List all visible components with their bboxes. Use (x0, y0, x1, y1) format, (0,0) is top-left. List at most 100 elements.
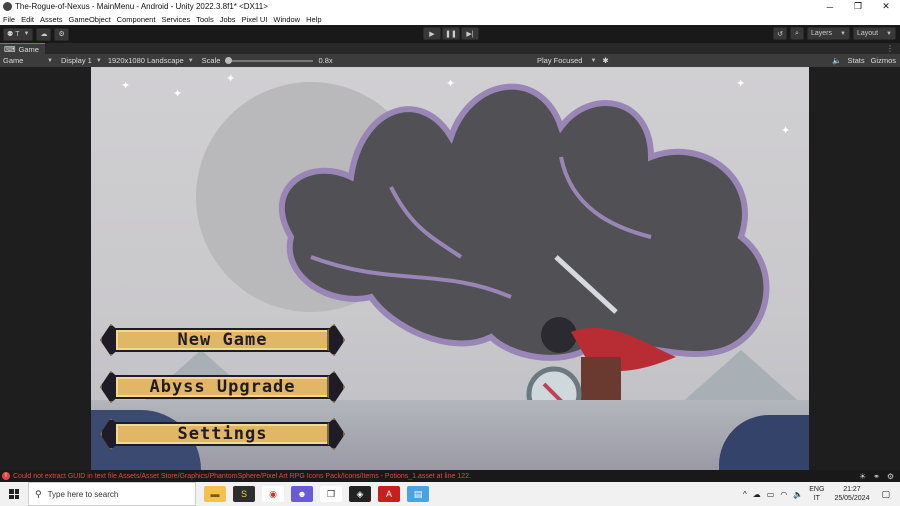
step-button[interactable]: ▶| (461, 27, 479, 40)
windows-taskbar: ⚲ Type here to search ▬ S ◉ ☻ ❒ ◈ A ▤ ^ … (0, 482, 900, 506)
bug-icon[interactable]: ✱ (602, 56, 608, 65)
menu-window[interactable]: Window (273, 15, 300, 24)
photos-icon[interactable]: ▤ (407, 486, 429, 502)
settings-icon: ⚙ (58, 31, 65, 38)
scale-slider-handle[interactable] (225, 56, 233, 64)
tab-game[interactable]: ⌨ Game (0, 43, 45, 54)
window-title: The-Rogue-of-Nexus - MainMenu - Android … (15, 2, 268, 11)
menu-pixel-ui[interactable]: Pixel UI (242, 15, 268, 24)
star-icon: ✦ (173, 88, 183, 100)
menu-edit[interactable]: Edit (21, 15, 34, 24)
chrome-icon[interactable]: ◉ (262, 486, 284, 502)
game-view-toolbar: Game ▼ Display 1 ▼ 1920x1080 Landscape ▼ Sc… (0, 54, 900, 67)
lightbulb-icon[interactable]: ☀ (859, 472, 866, 481)
layout-dropdown[interactable]: Layout ▼ (853, 27, 896, 40)
menu-file[interactable]: File (3, 15, 15, 24)
stats-toggle[interactable]: Stats (847, 56, 864, 65)
play-button[interactable]: ▶ (423, 27, 441, 40)
abyss-upgrade-label: Abyss Upgrade (149, 377, 296, 397)
abyss-upgrade-button[interactable]: Abyss Upgrade (100, 369, 345, 405)
undo-history-button[interactable]: ↺ (773, 27, 787, 40)
new-game-button[interactable]: New Game (100, 322, 345, 358)
status-icons: ☀ ⚭ ⚙ (852, 472, 894, 481)
game-mode-dropdown[interactable]: Game ▼ (3, 56, 53, 65)
language-indicator[interactable]: ENG IT (809, 485, 824, 503)
ornament-icon (327, 371, 345, 403)
menu-jobs[interactable]: Jobs (220, 15, 236, 24)
audio-icon[interactable]: 🔈 (832, 56, 841, 65)
star-icon: ✦ (226, 73, 236, 85)
error-icon: ! (2, 472, 10, 480)
menu-assets[interactable]: Assets (40, 15, 63, 24)
volume-icon[interactable]: 🔈 (793, 490, 803, 499)
play-mode-label: Play Focused (537, 56, 583, 65)
menu-bar: File Edit Assets GameObject Component Se… (0, 13, 900, 25)
collab-button[interactable]: ⚙ (54, 27, 69, 41)
menu-gameobject[interactable]: GameObject (69, 15, 111, 24)
scale-slider[interactable] (225, 56, 314, 64)
menu-services[interactable]: Services (161, 15, 190, 24)
chevron-down-icon: ▼ (23, 31, 30, 37)
file-explorer-icon[interactable]: ▬ (204, 486, 226, 502)
play-controls: ▶ ❚❚ ▶| (422, 27, 479, 40)
language-primary: ENG (809, 486, 825, 493)
chevron-up-icon[interactable]: ^ (743, 490, 747, 499)
discord-icon[interactable]: ☻ (291, 486, 313, 502)
debug-icon[interactable]: ⚙ (887, 472, 894, 481)
more-options-icon[interactable]: ⋮ (886, 44, 894, 53)
step-icon: ▶| (466, 30, 474, 38)
resolution-dropdown[interactable]: 1920x1080 Landscape ▼ (108, 56, 194, 65)
minimize-button[interactable]: ─ (816, 2, 844, 12)
display-dropdown[interactable]: Display 1 ▼ (61, 56, 102, 65)
menu-tools[interactable]: Tools (196, 15, 214, 24)
cloud-icon[interactable]: ☁ (753, 490, 761, 499)
menu-help[interactable]: Help (306, 15, 321, 24)
toolbar-right: ↺ ⌕ Layers ▼ Layout ▼ (770, 27, 896, 40)
tab-game-label: Game (18, 44, 39, 54)
play-mode-dropdown[interactable]: Play Focused ▼ ✱ (537, 56, 609, 65)
clock[interactable]: 21:27 25/05/2024 (834, 485, 869, 503)
gizmos-dropdown[interactable]: Gizmos (871, 56, 896, 65)
star-icon: ✦ (121, 80, 131, 92)
wifi-icon[interactable]: ◠ (780, 490, 787, 499)
language-secondary: IT (813, 495, 820, 502)
display-label: Display 1 (61, 56, 92, 65)
notification-icon[interactable]: ▢ (881, 489, 890, 500)
windows-logo-icon (9, 489, 19, 499)
tab-bar: ⌨ Game ⋮ (0, 43, 900, 54)
network-icon[interactable]: ⚭ (873, 472, 880, 481)
clock-time: 21:27 (843, 486, 861, 493)
scale-control: Scale 0.8x (202, 56, 333, 65)
account-icon: ⚉ (7, 31, 14, 38)
maximize-button[interactable]: ❐ (844, 1, 872, 12)
sublime-text-icon[interactable]: S (233, 486, 255, 502)
acrobat-icon[interactable]: A (378, 486, 400, 502)
pause-button[interactable]: ❚❚ (442, 27, 460, 40)
star-icon: ✦ (736, 78, 746, 90)
cloud-button[interactable]: ☁ (36, 27, 52, 41)
battery-icon[interactable]: ▭ (767, 490, 775, 499)
start-button[interactable] (0, 482, 28, 506)
game-viewport[interactable]: ✦ ✦ ✦ ✦ ✦ ✦ New Game Abyss Upgrade Setti… (0, 67, 900, 470)
menu-component[interactable]: Component (117, 15, 156, 24)
star-icon: ✦ (446, 78, 456, 90)
scale-value: 0.8x (318, 56, 333, 65)
account-dropdown[interactable]: ⚉ T ▼ (3, 27, 34, 41)
package-icon[interactable]: ❒ (320, 486, 342, 502)
chevron-down-icon: ▼ (886, 30, 892, 37)
layout-label: Layout (857, 30, 879, 37)
ornament-icon (327, 324, 345, 356)
close-button[interactable]: ✕ (872, 1, 900, 12)
main-toolbar: ⚉ T ▼ ☁ ⚙ ▶ ❚❚ ▶| ↺ ⌕ Layers ▼ Layout ▼ (0, 25, 900, 43)
console-status-bar[interactable]: ! Could not extract GUID in text file As… (0, 470, 900, 482)
search-icon: ⚲ (35, 488, 42, 499)
game-mode-label: Game (3, 56, 24, 65)
cloud-icon: ☁ (40, 31, 48, 38)
layers-dropdown[interactable]: Layers ▼ (807, 27, 850, 40)
unity-icon[interactable]: ◈ (349, 486, 371, 502)
settings-button[interactable]: Settings (100, 416, 345, 452)
search-button[interactable]: ⌕ (790, 27, 804, 40)
taskbar-apps: ▬ S ◉ ☻ ❒ ◈ A ▤ (204, 486, 436, 502)
taskbar-search[interactable]: ⚲ Type here to search (28, 482, 196, 506)
window-title-bar: The-Rogue-of-Nexus - MainMenu - Android … (0, 0, 900, 13)
